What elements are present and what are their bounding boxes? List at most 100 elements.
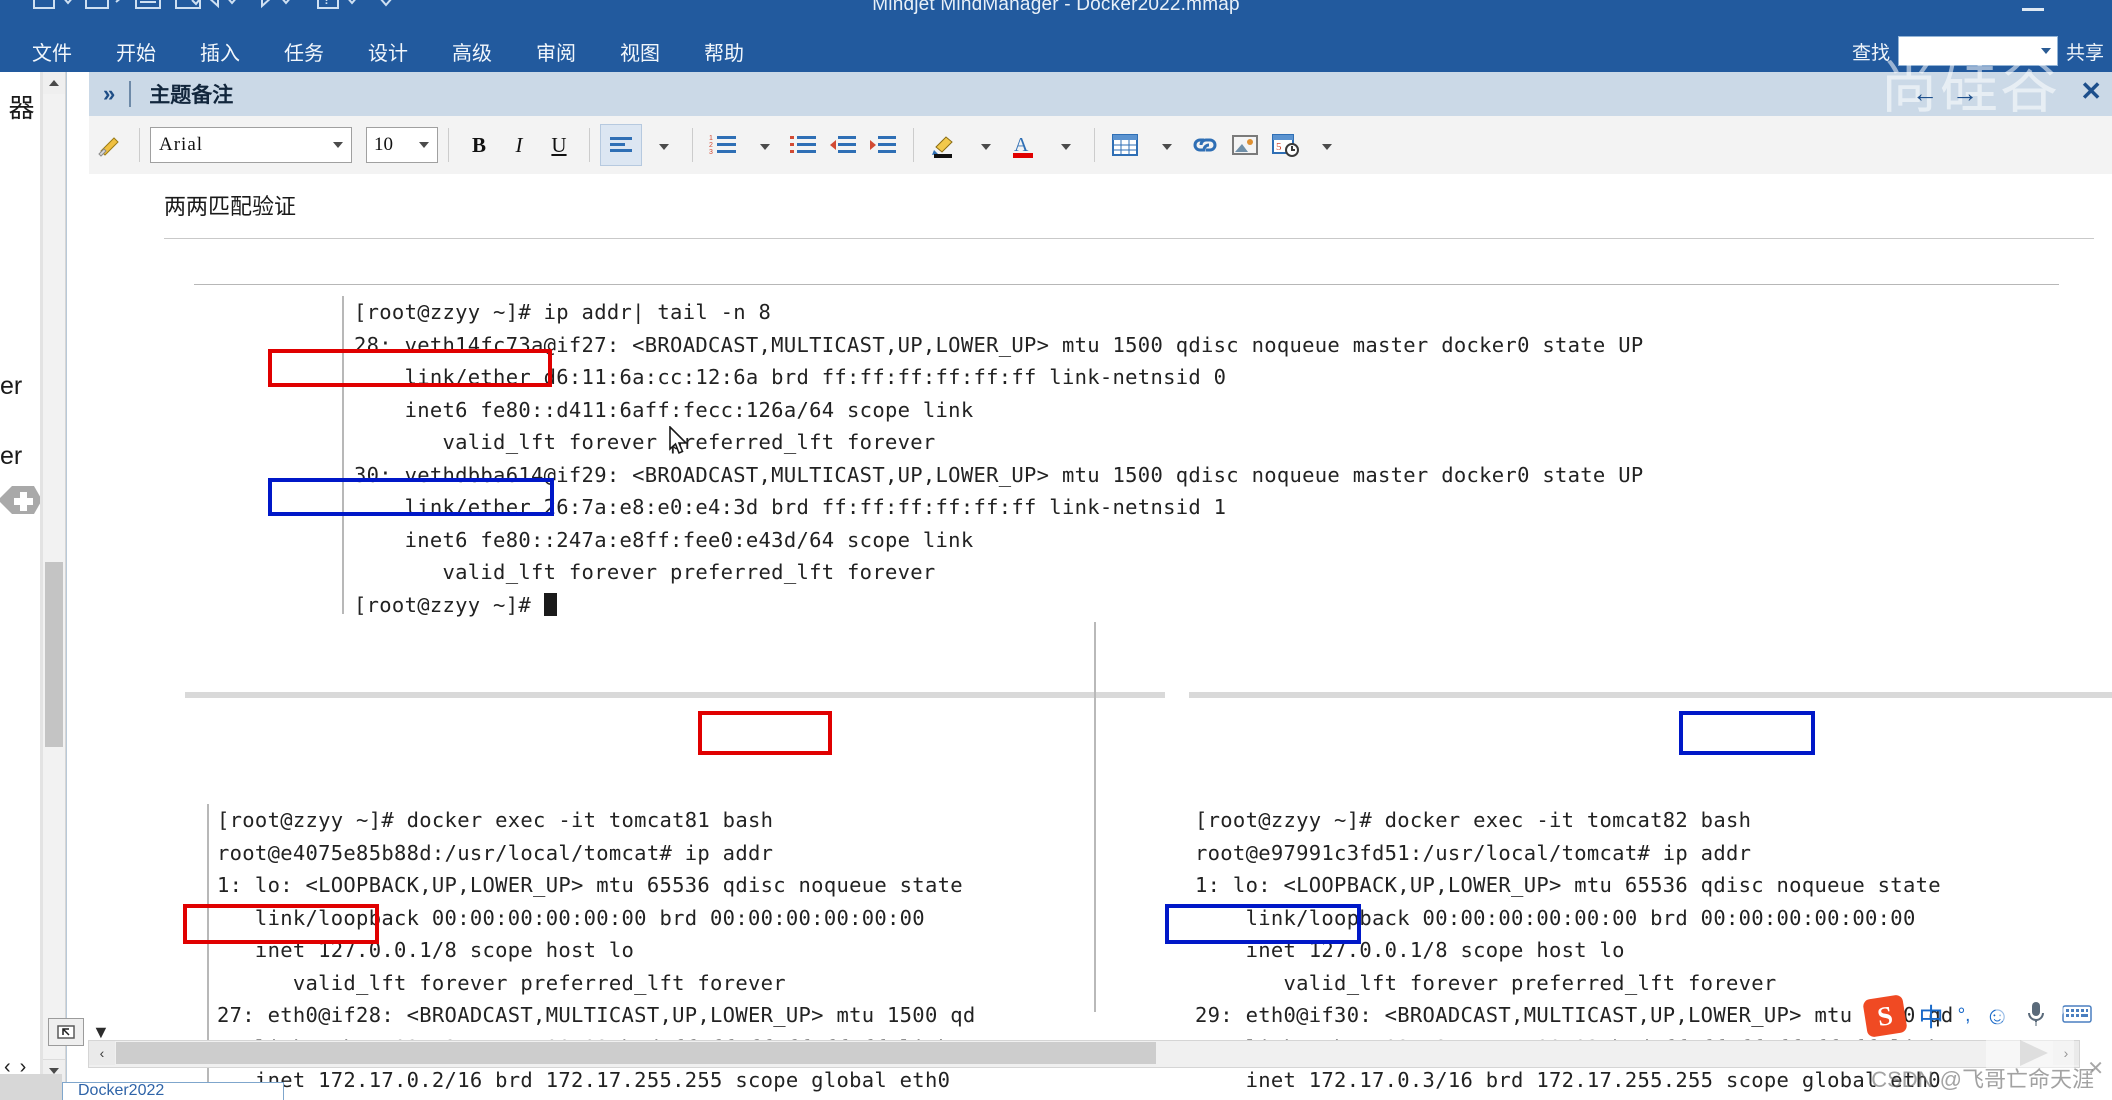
menu-item-task[interactable]: 任务 xyxy=(262,33,346,70)
highlight-dropdown[interactable] xyxy=(964,125,1004,165)
hyperlink-button[interactable] xyxy=(1185,125,1225,165)
restore-panel-button[interactable] xyxy=(48,1018,84,1046)
terminal-top-line-7: inet6 fe80::247a:e8ff:fee0:e43d/64 scope… xyxy=(354,527,974,552)
terminal-left-line-6: 27: eth0@if28: <BROADCAST,MULTICAST,UP,L… xyxy=(217,1003,976,1027)
underline-label: U xyxy=(551,132,567,157)
terminal-top-prompt-line: [root@zzyy ~]# xyxy=(354,589,2102,622)
terminal-left-line-4: inet 127.0.0.1/8 scope host lo xyxy=(217,938,635,962)
add-topic-icon[interactable] xyxy=(0,477,42,523)
terminal-top-line-4: valid_lft forever preferred_lft forever xyxy=(354,430,936,454)
insert-table-button[interactable] xyxy=(1105,125,1145,165)
terminal-top-line-6: link/ether 26:7a:e8:e0:e4:3d brd ff:ff:f… xyxy=(354,495,1227,519)
align-dropdown[interactable] xyxy=(642,125,682,165)
tabstrip-notch xyxy=(0,1074,62,1100)
chevron-up-icon xyxy=(49,80,59,86)
terminal-left-line-9: valid_lft forever preferred_lft forever xyxy=(217,1097,1167,1100)
menu-item-list: 文件 开始 插入 任务 设计 高级 审阅 视图 帮助 xyxy=(10,30,766,72)
notes-panel-header: » 主题备注 xyxy=(89,72,2112,117)
align-left-button[interactable] xyxy=(600,124,642,166)
numbered-list-icon: 123 xyxy=(709,135,736,156)
highlight-color-button[interactable] xyxy=(924,125,964,165)
left-vertical-scrollbar[interactable] xyxy=(43,72,66,1082)
player-forward-icon[interactable]: → xyxy=(1952,78,1992,108)
font-name-value: Arial xyxy=(159,134,204,155)
terminal-top-line-3: inet6 fe80::d411:6aff:fecc:126a/64 scope… xyxy=(354,397,974,422)
expand-more-icon[interactable]: ▼ xyxy=(92,1022,110,1043)
align-left-icon xyxy=(610,137,632,152)
font-color-button[interactable]: A xyxy=(1004,125,1044,165)
toolbar-separator xyxy=(589,128,590,162)
ime-punctuation-toggle[interactable]: °, xyxy=(1958,1005,1971,1027)
insert-image-button[interactable] xyxy=(1225,125,1265,165)
decrease-indent-button[interactable] xyxy=(823,125,863,165)
format-painter-icon[interactable] xyxy=(89,125,129,165)
numbered-list-dropdown[interactable] xyxy=(743,125,783,165)
chevron-down-icon xyxy=(1322,143,1332,150)
numbered-list-button[interactable]: 123 xyxy=(703,125,743,165)
terminal-top-line-0: [root@zzyy ~]# ip addr| tail -n 8 xyxy=(354,300,772,324)
expand-panel-icon[interactable]: » xyxy=(89,81,129,107)
header-divider xyxy=(129,81,132,107)
sogou-logo-icon[interactable]: S xyxy=(1861,994,1908,1038)
toolbar-separator xyxy=(692,128,693,162)
terminal-left-line-0: [root@zzyy ~]# docker exec -it tomcat81 … xyxy=(217,808,774,832)
decrease-indent-icon xyxy=(830,136,856,153)
restore-icon xyxy=(57,1025,75,1039)
underline-button[interactable]: U xyxy=(539,125,579,165)
notes-horizontal-scrollbar[interactable]: ‹ › xyxy=(88,1040,2080,1068)
font-name-combobox[interactable]: Arial xyxy=(150,127,352,163)
rail-label-two: er xyxy=(0,442,23,470)
csdn-watermark: CSDN @飞哥亡命天涯 xyxy=(1871,1067,2094,1092)
menu-item-help[interactable]: 帮助 xyxy=(682,33,766,70)
share-button[interactable]: 共享 xyxy=(2066,38,2104,65)
terminal-top-line-1: 28: veth14fc73a@if27: <BROADCAST,MULTICA… xyxy=(354,332,1644,357)
insert-image-icon xyxy=(1232,135,1258,155)
notes-content-area[interactable]: 两两匹配验证 [root@zzyy ~]# ip addr| tail -n 8… xyxy=(89,174,2112,1100)
timestamp-dropdown[interactable] xyxy=(1305,125,1345,165)
font-color-dropdown[interactable] xyxy=(1044,125,1084,165)
bulleted-list-button[interactable] xyxy=(783,125,823,165)
menu-item-advanced[interactable]: 高级 xyxy=(430,33,514,70)
highlight-box-tomcat82 xyxy=(1679,711,1815,755)
player-nav-arrows[interactable]: ←→ xyxy=(1912,78,1992,109)
increase-indent-button[interactable] xyxy=(863,125,903,165)
terminal-right-line-0: [root@zzyy ~]# docker exec -it tomcat82 … xyxy=(1195,808,1752,832)
svg-text:2: 2 xyxy=(709,142,713,149)
chevron-down-icon xyxy=(333,142,343,148)
notes-formatting-toolbar: Arial 10 B I U 123 A 5 xyxy=(89,116,2112,175)
svg-text:3: 3 xyxy=(709,149,713,156)
terminal-right-line-9: valid_lft forever preferred_lft forever xyxy=(1195,1097,2112,1100)
terminal-left-line-5: valid_lft forever preferred_lft forever xyxy=(217,970,786,995)
notes-panel-title: 主题备注 xyxy=(149,84,234,107)
menu-item-review[interactable]: 审阅 xyxy=(514,33,598,70)
bold-button[interactable]: B xyxy=(459,125,499,165)
toolbar-group-painter xyxy=(89,116,129,174)
menu-item-design[interactable]: 设计 xyxy=(346,33,430,70)
insert-timestamp-button[interactable]: 5 xyxy=(1265,125,1305,165)
insert-timestamp-icon: 5 xyxy=(1272,134,1299,157)
terminal-left-line-3: link/loopback 00:00:00:00:00:00 brd 00:0… xyxy=(217,905,925,930)
player-close-icon[interactable]: ✕ xyxy=(2080,76,2102,107)
player-back-icon[interactable]: ← xyxy=(1912,78,1952,108)
terminal-block-top: [root@zzyy ~]# ip addr| tail -n 8 28: ve… xyxy=(342,296,2102,617)
toolbar-separator xyxy=(139,128,140,162)
chevron-down-icon xyxy=(981,143,991,150)
menu-item-insert[interactable]: 插入 xyxy=(178,33,262,70)
topic-notes-panel: » 主题备注 Arial 10 B I U 1 2 3 A 5 两两匹配验证 [… xyxy=(66,72,2112,1100)
hscroll-thumb[interactable] xyxy=(116,1042,1156,1064)
table-dropdown[interactable] xyxy=(1145,125,1185,165)
ime-mode-indicator[interactable]: 中 xyxy=(1919,998,1944,1034)
italic-button[interactable]: I xyxy=(499,125,539,165)
hscroll-left-button[interactable]: ‹ xyxy=(89,1041,115,1065)
terminal-top-line-5: 30: vethdbba614@if29: <BROADCAST,MULTICA… xyxy=(354,462,1644,487)
menu-item-view[interactable]: 视图 xyxy=(598,33,682,70)
scroll-up-button[interactable] xyxy=(43,72,65,94)
terminal-right-line-4: inet 127.0.0.1/8 scope host lo xyxy=(1195,938,1625,962)
toolbar-separator xyxy=(448,128,449,162)
menu-item-home[interactable]: 开始 xyxy=(94,33,178,70)
scrollbar-thumb[interactable] xyxy=(45,562,63,747)
menu-item-file[interactable]: 文件 xyxy=(10,33,94,70)
highlight-color-icon xyxy=(932,136,953,158)
minimize-button[interactable] xyxy=(2022,8,2044,11)
font-size-combobox[interactable]: 10 xyxy=(366,127,438,163)
